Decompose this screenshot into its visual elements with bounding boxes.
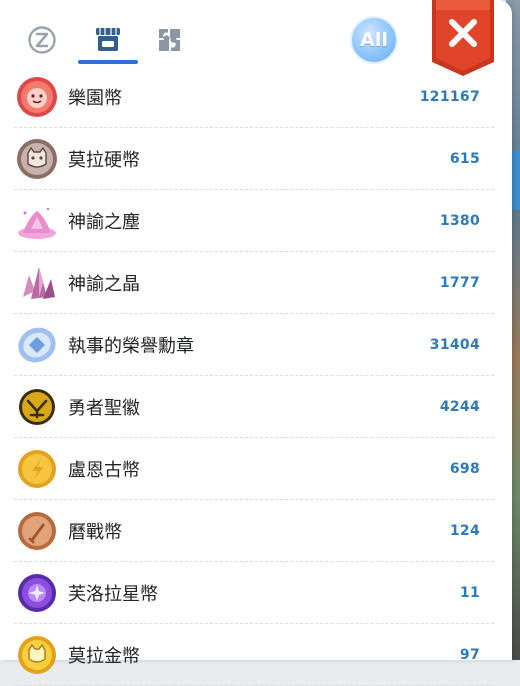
hero-emblem-icon: [14, 384, 60, 430]
item-name: 盧恩古幣: [68, 459, 140, 481]
tab-zeny[interactable]: [20, 18, 64, 62]
paradise-coin-icon: [14, 74, 60, 120]
veteran-coin-icon: [14, 508, 60, 554]
item-name: 勇者聖徽: [68, 397, 140, 419]
item-quantity: 1380: [439, 212, 480, 229]
mora-gold-coin-icon: [14, 632, 60, 678]
puzzle-icon: [159, 29, 180, 51]
list-item[interactable]: 執事的榮譽勳章 31404: [14, 314, 494, 376]
currency-panel: All 樂園幣 121167 莫拉硬幣 615 神諭之塵 1380 神諭之晶 1…: [0, 0, 512, 686]
butler-medal-icon: [14, 322, 60, 368]
tab-puzzle[interactable]: [148, 18, 192, 62]
filter-all-button[interactable]: All: [350, 16, 398, 64]
tab-bar: All: [0, 0, 512, 76]
background-scene-accent: [512, 150, 520, 210]
item-name: 芙洛拉星幣: [68, 583, 158, 605]
item-quantity: 4244: [439, 398, 480, 415]
item-name: 執事的榮譽勳章: [68, 335, 194, 357]
list-item[interactable]: 莫拉金幣 97: [14, 624, 494, 686]
shop-icon: [96, 28, 120, 51]
mora-coin-icon: [14, 136, 60, 182]
currency-list: 樂園幣 121167 莫拉硬幣 615 神諭之塵 1380 神諭之晶 1777 …: [14, 66, 494, 686]
list-item[interactable]: 莫拉硬幣 615: [14, 128, 494, 190]
item-quantity: 121167: [419, 88, 480, 105]
item-quantity: 31404: [429, 336, 480, 353]
tab-selected-indicator: [78, 60, 138, 64]
oracle-crystal-icon: [14, 260, 60, 306]
item-quantity: 124: [449, 522, 480, 539]
list-item[interactable]: 神諭之塵 1380: [14, 190, 494, 252]
rune-coin-icon: [14, 446, 60, 492]
item-quantity: 615: [449, 150, 480, 167]
list-item[interactable]: 樂園幣 121167: [14, 66, 494, 128]
tab-shop[interactable]: [86, 18, 130, 62]
item-name: 神諭之晶: [68, 273, 140, 295]
item-name: 曆戰幣: [68, 521, 122, 543]
filter-all-label: All: [360, 29, 388, 51]
list-item[interactable]: 勇者聖徽 4244: [14, 376, 494, 438]
item-name: 樂園幣: [68, 87, 122, 109]
oracle-dust-icon: [14, 198, 60, 244]
list-item[interactable]: 曆戰幣 124: [14, 500, 494, 562]
list-item[interactable]: 芙洛拉星幣 11: [14, 562, 494, 624]
item-name: 神諭之塵: [68, 211, 140, 233]
list-item[interactable]: 盧恩古幣 698: [14, 438, 494, 500]
zeny-coin-icon: [28, 26, 56, 54]
item-quantity: 698: [449, 460, 480, 477]
item-quantity: 11: [459, 584, 480, 601]
list-item[interactable]: 神諭之晶 1777: [14, 252, 494, 314]
item-quantity: 97: [459, 646, 480, 663]
item-name: 莫拉金幣: [68, 645, 140, 667]
flora-star-coin-icon: [14, 570, 60, 616]
item-quantity: 1777: [439, 274, 480, 291]
item-name: 莫拉硬幣: [68, 149, 140, 171]
